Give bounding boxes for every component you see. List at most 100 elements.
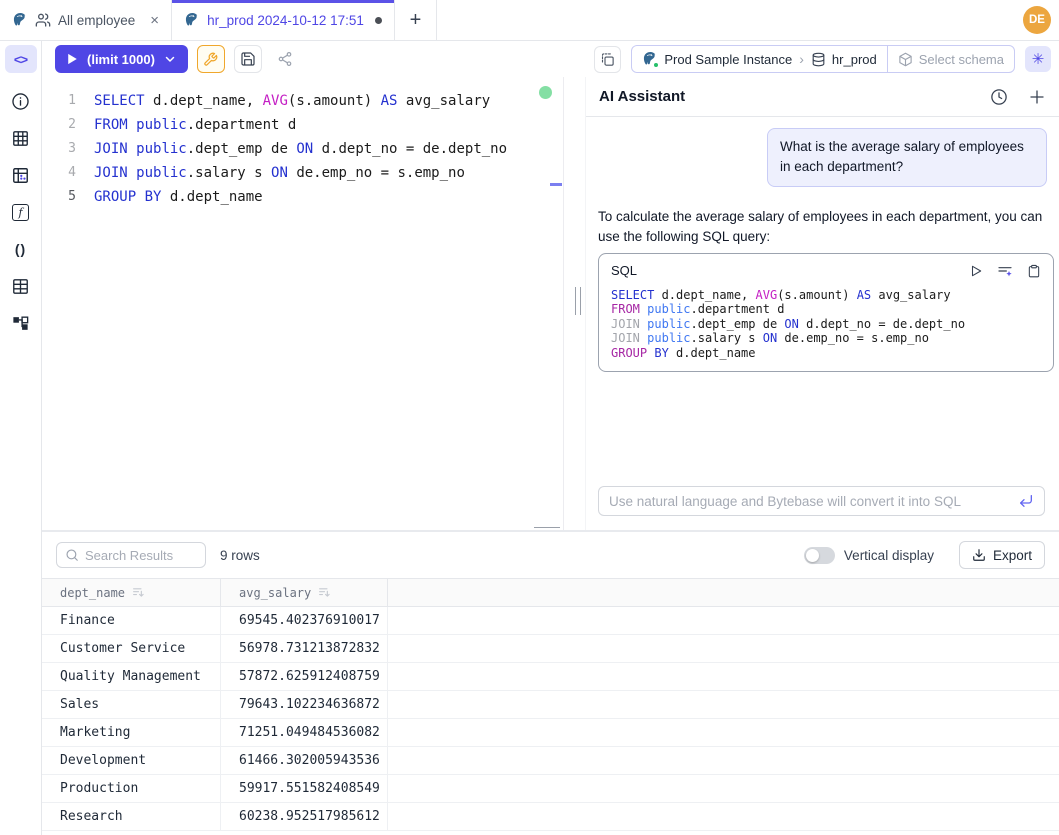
assistant-response: To calculate the average salary of emplo…	[598, 207, 1054, 373]
insert-into-editor-icon[interactable]	[997, 263, 1013, 279]
function-icon: f	[12, 204, 29, 221]
table-row[interactable]: Development61466.302005943536	[42, 747, 1059, 775]
table-cell[interactable]: Development	[42, 747, 221, 774]
table-cell[interactable]: 60238.952517985612	[221, 803, 388, 830]
editor-line[interactable]: 3JOIN public.dept_emp de ON d.dept_no = …	[42, 137, 563, 161]
history-clock-icon[interactable]	[990, 88, 1008, 106]
table-row[interactable]: Research60238.952517985612	[42, 803, 1059, 831]
save-sheet-button[interactable]	[234, 45, 262, 73]
table-cell[interactable]: 59917.551582408549	[221, 775, 388, 802]
table-cell-filler	[388, 635, 1059, 662]
sidebar-item-er-diagram[interactable]	[5, 309, 37, 337]
results-table-header: dept_name avg_salary	[42, 578, 1059, 607]
tab-all-employee[interactable]: All employee ×	[0, 0, 172, 40]
line-code: FROM public.department d	[94, 113, 296, 137]
editor-line[interactable]: 2FROM public.department d	[42, 113, 563, 137]
postgresql-icon	[184, 12, 200, 28]
ai-prompt-input[interactable]	[609, 494, 1010, 509]
table-row[interactable]: Sales79643.102234636872	[42, 691, 1059, 719]
sql-editor[interactable]: 1SELECT d.dept_name, AVG(s.amount) AS av…	[42, 77, 563, 530]
results-toolbar: 9 rows Vertical display Export	[42, 532, 1059, 578]
new-tab-button[interactable]: +	[395, 0, 437, 40]
connection-selector[interactable]: Prod Sample Instance › hr_prod	[632, 46, 886, 72]
download-icon	[972, 548, 986, 562]
vertical-splitter[interactable]	[564, 77, 585, 530]
sql-token: d.dept_name	[669, 346, 756, 360]
column-header-label: avg_salary	[239, 579, 311, 606]
sql-token: AS	[857, 288, 871, 302]
table-cell[interactable]: 69545.402376910017	[221, 607, 388, 634]
sidebar-item-tables[interactable]	[5, 124, 37, 152]
run-query-button[interactable]: (limit 1000)	[55, 45, 188, 73]
sql-token: JOIN	[94, 165, 128, 181]
sort-icon[interactable]	[132, 586, 145, 599]
table-cell[interactable]: 71251.049484536082	[221, 719, 388, 746]
sidebar-item-schema-diagram[interactable]	[5, 161, 37, 189]
table-row[interactable]: Quality Management57872.625912408759	[42, 663, 1059, 691]
sql-code-lines: SELECT d.dept_name, AVG(s.amount) AS avg…	[599, 288, 1053, 361]
table-row[interactable]: Marketing71251.049484536082	[42, 719, 1059, 747]
splitter-handle[interactable]	[575, 287, 581, 315]
line-number: 5	[42, 185, 76, 209]
column-header-avg_salary[interactable]: avg_salary	[221, 579, 388, 606]
format-sql-button[interactable]	[197, 45, 225, 73]
sidebar-item-procedures[interactable]: ()	[5, 235, 37, 263]
table-cell[interactable]: 61466.302005943536	[221, 747, 388, 774]
chevron-down-icon	[164, 53, 176, 65]
sidebar-item-sql-editor[interactable]: <>	[5, 45, 37, 73]
sidebar-item-info[interactable]	[5, 87, 37, 115]
vertical-display-toggle[interactable]	[804, 547, 835, 564]
column-header-dept_name[interactable]: dept_name	[42, 579, 221, 606]
export-button[interactable]: Export	[959, 541, 1045, 569]
table-row[interactable]: Production59917.551582408549	[42, 775, 1059, 803]
run-sql-icon[interactable]	[969, 264, 983, 278]
table-cell[interactable]: 79643.102234636872	[221, 691, 388, 718]
postgresql-icon	[184, 12, 200, 28]
editor-toolbar: (limit 1000)	[42, 41, 1059, 77]
submit-return-icon[interactable]	[1018, 493, 1034, 509]
table-cell[interactable]: Research	[42, 803, 221, 830]
table-cell[interactable]: Sales	[42, 691, 221, 718]
batch-query-button[interactable]	[594, 46, 621, 73]
ai-assistant-button[interactable]: ✳	[1025, 46, 1051, 72]
editor-line[interactable]: 4JOIN public.salary s ON de.emp_no = s.e…	[42, 161, 563, 185]
new-chat-plus-icon[interactable]	[1028, 88, 1046, 106]
sql-token: GROUP BY	[94, 189, 161, 205]
close-tab-icon[interactable]: ×	[150, 13, 159, 28]
ai-assistant-header: AI Assistant	[586, 77, 1059, 117]
editor-line[interactable]: 1SELECT d.dept_name, AVG(s.amount) AS av…	[42, 89, 563, 113]
line-number: 4	[42, 161, 76, 185]
table-cell-filler	[388, 747, 1059, 774]
sort-icon[interactable]	[318, 586, 331, 599]
sql-token: public	[647, 302, 690, 316]
search-results-input[interactable]	[85, 548, 197, 563]
share-sheet-button[interactable]	[271, 45, 299, 73]
editor-line[interactable]: 5GROUP BY d.dept_name	[42, 185, 563, 209]
table-cell[interactable]: Marketing	[42, 719, 221, 746]
table-dots-icon	[11, 166, 30, 185]
sidebar-item-functions[interactable]: f	[5, 198, 37, 226]
search-icon	[65, 548, 79, 562]
table-cell[interactable]: 56978.731213872832	[221, 635, 388, 662]
table-cell[interactable]: Customer Service	[42, 635, 221, 662]
schema-selector[interactable]: Select schema	[887, 46, 1014, 72]
tab-label: hr_prod 2024-10-12 17:51	[207, 13, 364, 28]
copy-sql-icon[interactable]	[1027, 264, 1041, 278]
sql-token: FROM	[94, 117, 128, 133]
sidebar-item-views[interactable]	[5, 272, 37, 300]
table-cell[interactable]: 57872.625912408759	[221, 663, 388, 690]
line-number: 1	[42, 89, 76, 113]
sql-token: avg_salary	[871, 288, 950, 302]
table-row[interactable]: Finance69545.402376910017	[42, 607, 1059, 635]
sql-token: d.dept_name,	[654, 288, 755, 302]
tab-hr-prod[interactable]: hr_prod 2024-10-12 17:51	[172, 0, 395, 40]
code-line: JOIN public.salary s ON de.emp_no = s.em…	[611, 331, 1041, 346]
table-cell[interactable]: Finance	[42, 607, 221, 634]
user-avatar[interactable]: DE	[1023, 6, 1051, 34]
sql-token: JOIN	[94, 141, 128, 157]
table-cell[interactable]: Production	[42, 775, 221, 802]
table-row[interactable]: Customer Service56978.731213872832	[42, 635, 1059, 663]
table-cell[interactable]: Quality Management	[42, 663, 221, 690]
sql-token: (s.amount)	[777, 288, 856, 302]
ai-prompt-input-wrapper	[598, 486, 1045, 516]
